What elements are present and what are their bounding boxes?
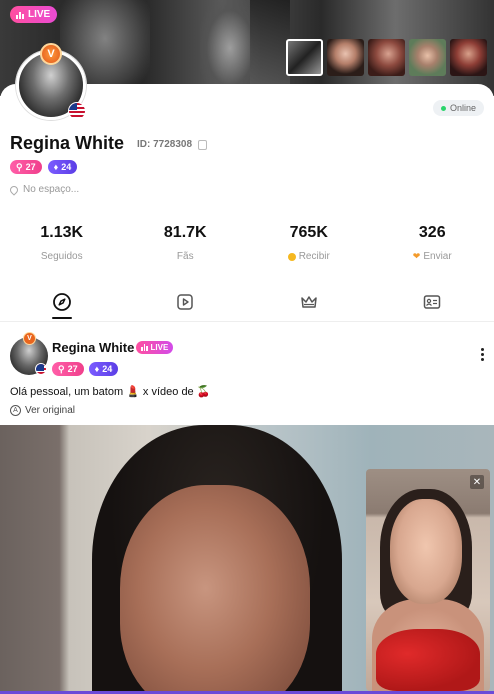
tab-crown[interactable] bbox=[247, 292, 371, 320]
vip-badge-icon: V bbox=[23, 332, 36, 345]
user-id-label: ID: 7728308 bbox=[137, 139, 193, 150]
online-dot-icon bbox=[440, 105, 446, 111]
online-status-badge: Online bbox=[432, 100, 484, 116]
stat-label: Enviar bbox=[423, 251, 452, 262]
profile-tabs bbox=[0, 292, 494, 320]
tabs-divider bbox=[0, 321, 494, 322]
stat-label: Recibir bbox=[298, 251, 330, 262]
stat-following[interactable]: 1.13K Seguidos bbox=[0, 224, 124, 262]
profile-card bbox=[0, 84, 494, 324]
live-badge[interactable]: LIVE bbox=[10, 6, 58, 23]
location-label: No espaço... bbox=[23, 184, 80, 195]
stat-value: 1.13K bbox=[40, 224, 84, 241]
picture-in-picture-video[interactable]: ✕ bbox=[366, 469, 490, 691]
stat-value: 81.7K bbox=[163, 224, 207, 241]
charm-level-badge: ♦ 24 bbox=[88, 362, 119, 376]
stat-received[interactable]: 765K Recibir bbox=[247, 224, 371, 262]
drop-icon: ♦ bbox=[53, 162, 59, 172]
live-bars-icon bbox=[16, 11, 24, 19]
profile-avatar-wrap[interactable]: V bbox=[16, 43, 86, 120]
online-label: Online bbox=[449, 103, 476, 113]
wealth-level-badge: ⚲ 27 bbox=[52, 362, 84, 376]
wealth-level-value: 27 bbox=[25, 162, 36, 172]
heart-gift-icon: ❤ bbox=[412, 251, 421, 261]
post-avatar-wrap[interactable]: V bbox=[10, 332, 48, 375]
stat-label: Fãs bbox=[176, 251, 194, 262]
profile-stats: 1.13K Seguidos 81.7K Fãs 765K Recibir 32… bbox=[0, 224, 494, 262]
post-levels: ⚲ 27 ♦ 24 bbox=[52, 362, 119, 376]
stat-value: 326 bbox=[418, 224, 446, 241]
see-original-link[interactable]: A Ver original bbox=[10, 405, 75, 416]
coin-icon bbox=[287, 252, 296, 261]
photo-thumbnail[interactable] bbox=[368, 39, 405, 76]
id-card-icon bbox=[424, 295, 441, 309]
compass-icon bbox=[52, 293, 71, 311]
link-icon: ⚲ bbox=[16, 161, 23, 172]
location: No espaço... bbox=[8, 183, 80, 196]
copy-icon[interactable] bbox=[196, 137, 208, 150]
tab-moments[interactable] bbox=[0, 292, 124, 320]
vip-badge-icon: V bbox=[40, 43, 62, 65]
charm-level-value: 24 bbox=[61, 162, 72, 172]
photo-thumbnail[interactable] bbox=[409, 39, 446, 76]
post-author-name[interactable]: Regina White bbox=[52, 340, 134, 355]
usa-flag-icon bbox=[68, 102, 86, 120]
link-icon: ⚲ bbox=[58, 363, 65, 374]
post-caption: Olá pessoal, um batom 💄 x vídeo de 🍒 bbox=[10, 386, 211, 398]
charm-level-value: 24 bbox=[102, 364, 113, 374]
tab-videos[interactable] bbox=[124, 292, 248, 320]
crown-icon bbox=[301, 296, 317, 308]
live-bars-icon bbox=[141, 343, 148, 351]
location-pin-icon bbox=[8, 183, 20, 196]
tab-profile-card[interactable] bbox=[371, 292, 494, 320]
wealth-level-badge: ⚲ 27 bbox=[10, 160, 42, 174]
stat-label: Seguidos bbox=[40, 251, 83, 262]
photo-thumbnail[interactable] bbox=[286, 39, 323, 76]
photo-thumbnail[interactable] bbox=[327, 39, 364, 76]
profile-levels: ⚲ 27 ♦ 24 bbox=[10, 160, 78, 174]
usa-flag-icon bbox=[35, 363, 47, 375]
video-play-icon bbox=[177, 294, 193, 310]
close-icon[interactable]: ✕ bbox=[470, 475, 484, 489]
drop-icon: ♦ bbox=[94, 364, 100, 374]
post-live-label: LIVE bbox=[150, 343, 169, 352]
profile-name: Regina White bbox=[10, 133, 125, 153]
user-id[interactable]: ID: 7728308 bbox=[137, 137, 208, 150]
translate-icon: A bbox=[10, 405, 21, 416]
stat-value: 765K bbox=[289, 224, 328, 241]
charm-level-badge: ♦ 24 bbox=[47, 160, 78, 174]
stat-fans[interactable]: 81.7K Fãs bbox=[124, 224, 248, 262]
live-label: LIVE bbox=[28, 9, 51, 20]
active-tab-indicator bbox=[51, 317, 72, 319]
see-original-label: Ver original bbox=[25, 405, 76, 416]
photo-thumbnails bbox=[286, 39, 487, 76]
post-live-badge[interactable]: LIVE bbox=[136, 341, 174, 354]
photo-thumbnail[interactable] bbox=[450, 39, 487, 76]
wealth-level-value: 27 bbox=[67, 364, 78, 374]
more-options-icon[interactable] bbox=[481, 348, 485, 361]
stat-sent[interactable]: 326 ❤ Enviar bbox=[371, 224, 494, 262]
